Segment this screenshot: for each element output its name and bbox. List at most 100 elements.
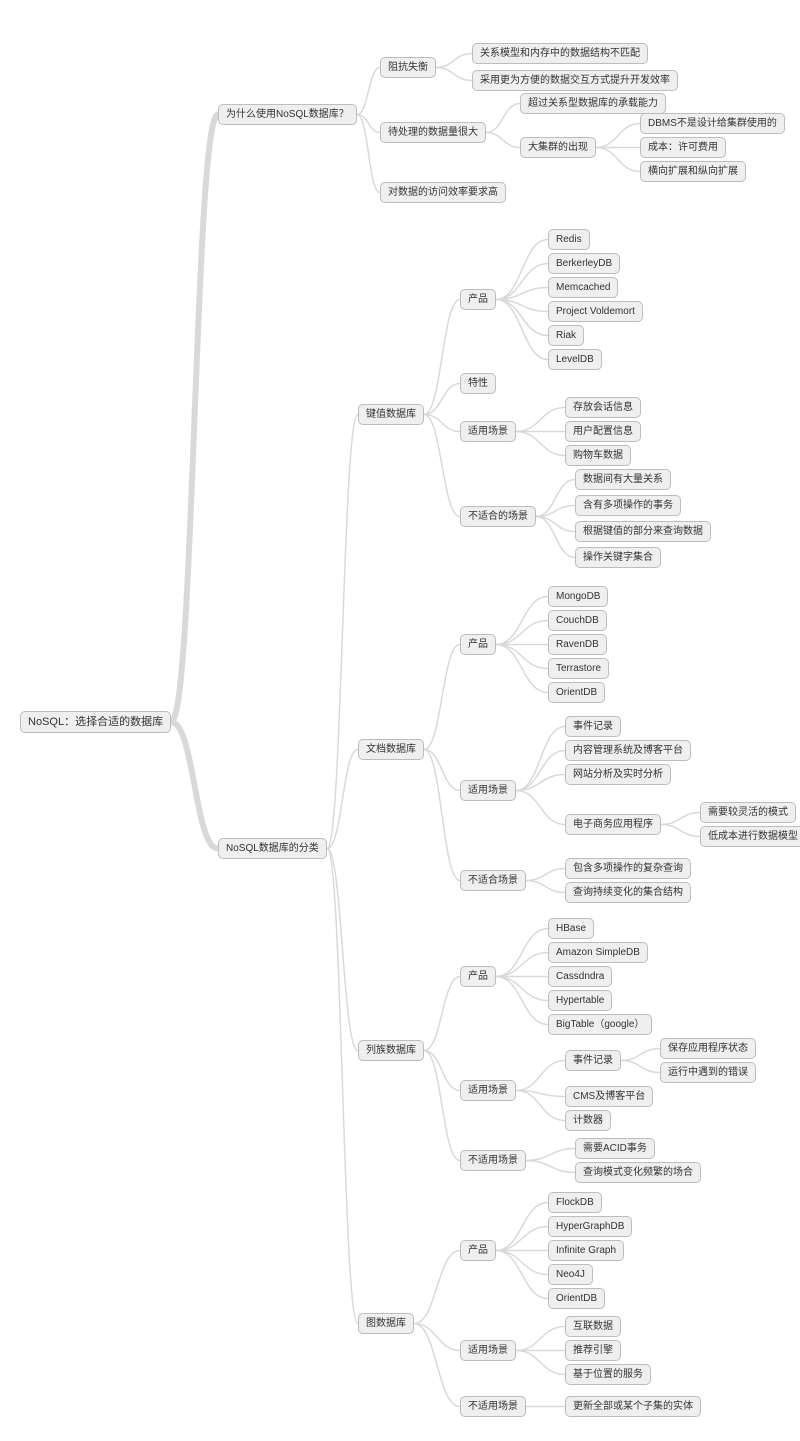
mindmap-node: CMS及博客平台 bbox=[565, 1086, 653, 1107]
mindmap-node: 包含多项操作的复杂查询 bbox=[565, 858, 691, 879]
mindmap-node: 产品 bbox=[460, 1240, 496, 1261]
mindmap-edge bbox=[496, 645, 548, 693]
mindmap-edge bbox=[424, 750, 460, 881]
mindmap-edge bbox=[496, 929, 548, 977]
mindmap-node: 文档数据库 bbox=[358, 739, 424, 760]
mindmap-node: Infinite Graph bbox=[548, 1240, 624, 1261]
mindmap-node: Project Voldemort bbox=[548, 301, 643, 322]
mindmap-node: 关系模型和内存中的数据结构不匹配 bbox=[472, 43, 648, 64]
mindmap-edge bbox=[536, 517, 575, 532]
mindmap-node: MongoDB bbox=[548, 586, 608, 607]
mindmap-node: 列族数据库 bbox=[358, 1040, 424, 1061]
mindmap-edge bbox=[171, 722, 218, 849]
mindmap-edge bbox=[424, 415, 460, 517]
mindmap-node: 操作关键字集合 bbox=[575, 547, 661, 568]
mindmap-edge bbox=[414, 1251, 460, 1324]
mindmap-node: 采用更为方便的数据交互方式提升开发效率 bbox=[472, 70, 678, 91]
mindmap-edge bbox=[327, 849, 358, 1051]
mindmap-node: CouchDB bbox=[548, 610, 607, 631]
mindmap-node: 基于位置的服务 bbox=[565, 1364, 651, 1385]
mindmap-node: 待处理的数据量很大 bbox=[380, 122, 486, 143]
mindmap-node: HBase bbox=[548, 918, 594, 939]
mindmap-node: Terrastore bbox=[548, 658, 609, 679]
mindmap-node: 图数据库 bbox=[358, 1313, 414, 1334]
mindmap-edge bbox=[526, 1161, 575, 1173]
mindmap-node: 网站分析及实时分析 bbox=[565, 764, 671, 785]
mindmap-edge bbox=[526, 869, 565, 881]
mindmap-edge bbox=[536, 506, 575, 517]
mindmap-edge bbox=[171, 115, 218, 723]
mindmap-node: 查询持续变化的集合结构 bbox=[565, 882, 691, 903]
mindmap-node: 存放会话信息 bbox=[565, 397, 641, 418]
mindmap-node: 含有多项操作的事务 bbox=[575, 495, 681, 516]
mindmap-edge bbox=[496, 621, 548, 645]
mindmap-node: Amazon SimpleDB bbox=[548, 942, 648, 963]
mindmap-node: 根据键值的部分来查询数据 bbox=[575, 521, 711, 542]
mindmap-node: 更新全部或某个子集的实体 bbox=[565, 1396, 701, 1417]
mindmap-edge bbox=[496, 977, 548, 1025]
mindmap-edge bbox=[424, 645, 460, 750]
mindmap-node: 购物车数据 bbox=[565, 445, 631, 466]
mindmap-node: 保存应用程序状态 bbox=[660, 1038, 756, 1059]
mindmap-edge bbox=[516, 1327, 565, 1351]
mindmap-node: Memcached bbox=[548, 277, 618, 298]
mindmap-edge bbox=[357, 115, 380, 133]
mindmap-edge bbox=[661, 813, 700, 825]
mindmap-edge bbox=[516, 727, 565, 791]
mindmap-edge bbox=[327, 750, 358, 849]
mindmap-edge bbox=[526, 881, 565, 893]
mindmap-node: 阻抗失衡 bbox=[380, 57, 436, 78]
mindmap-node: DBMS不是设计给集群使用的 bbox=[640, 113, 785, 134]
mindmap-node: 键值数据库 bbox=[358, 404, 424, 425]
mindmap-edge bbox=[516, 1091, 565, 1097]
mindmap-edge bbox=[496, 1203, 548, 1251]
mindmap-edge bbox=[596, 148, 640, 172]
mindmap-node: Redis bbox=[548, 229, 590, 250]
mindmap-node: 事件记录 bbox=[565, 1050, 621, 1071]
mindmap-edge bbox=[424, 750, 460, 791]
mindmap-edge bbox=[516, 751, 565, 791]
mindmap-edge bbox=[327, 415, 358, 849]
mindmap-node: 大集群的出现 bbox=[520, 137, 596, 158]
mindmap-edge bbox=[496, 645, 548, 669]
mindmap-node: 不适用场景 bbox=[460, 1150, 526, 1171]
mindmap-node: 事件记录 bbox=[565, 716, 621, 737]
mindmap-edge bbox=[436, 54, 472, 68]
mindmap-node: 不适合场景 bbox=[460, 870, 526, 891]
mindmap-node: 产品 bbox=[460, 634, 496, 655]
mindmap-node: 低成本进行数据模型 bbox=[700, 826, 800, 847]
mindmap-node: 运行中遇到的错误 bbox=[660, 1062, 756, 1083]
mindmap-node: 电子商务应用程序 bbox=[565, 814, 661, 835]
mindmap-edge bbox=[526, 1149, 575, 1161]
mindmap-edge bbox=[536, 517, 575, 558]
mindmap-node: 需要ACID事务 bbox=[575, 1138, 655, 1159]
mindmap-edge bbox=[516, 408, 565, 432]
mindmap-edge bbox=[516, 432, 565, 456]
mindmap-edge bbox=[496, 240, 548, 300]
mindmap-edge bbox=[486, 133, 520, 148]
mindmap-node: 产品 bbox=[460, 289, 496, 310]
mindmap-node: 不适用场景 bbox=[460, 1396, 526, 1417]
mindmap-edge bbox=[424, 415, 460, 432]
mindmap-node: 成本：许可费用 bbox=[640, 137, 726, 158]
mindmap-node: Cassdndra bbox=[548, 966, 612, 987]
mindmap-node: 计数器 bbox=[565, 1110, 611, 1131]
mindmap-edge bbox=[661, 825, 700, 837]
mindmap-edge bbox=[486, 104, 520, 133]
mindmap-node: 对数据的访问效率要求高 bbox=[380, 182, 506, 203]
mindmap-edge bbox=[496, 1251, 548, 1275]
mindmap-edge bbox=[496, 300, 548, 312]
mindmap-node: OrientDB bbox=[548, 1288, 605, 1309]
mindmap-node: 不适合的场景 bbox=[460, 506, 536, 527]
mindmap-edge bbox=[424, 1051, 460, 1091]
mindmap-node: 互联数据 bbox=[565, 1316, 621, 1337]
mindmap-edge bbox=[496, 288, 548, 300]
mindmap-node: OrientDB bbox=[548, 682, 605, 703]
mindmap-node: 内容管理系统及博客平台 bbox=[565, 740, 691, 761]
mindmap-edge bbox=[496, 300, 548, 360]
mindmap-node: LevelDB bbox=[548, 349, 602, 370]
mindmap-edge bbox=[516, 775, 565, 791]
mindmap-node: 特性 bbox=[460, 373, 496, 394]
mindmap-edge bbox=[424, 300, 460, 415]
mindmap-edge bbox=[424, 977, 460, 1051]
